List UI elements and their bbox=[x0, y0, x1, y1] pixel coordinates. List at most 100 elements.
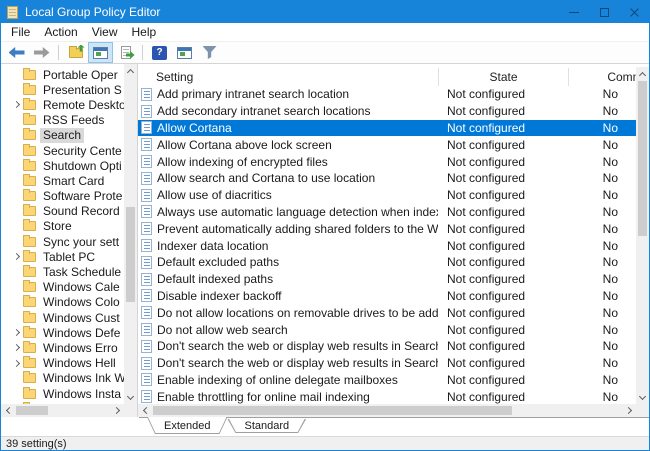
setting-row[interactable]: Allow search and Cortana to use location… bbox=[138, 170, 636, 187]
tree-item-windows-defe[interactable]: Windows Defe bbox=[1, 325, 124, 340]
scroll-left-button[interactable] bbox=[1, 404, 14, 417]
tree-item-shutdown-opti[interactable]: Shutdown Opti bbox=[1, 158, 124, 173]
tree-item-portable-oper[interactable]: Portable Oper bbox=[1, 67, 124, 82]
gpedit-scroll-icon bbox=[7, 5, 18, 19]
setting-row[interactable]: Default excluded paths Not configured No bbox=[138, 254, 636, 271]
setting-row[interactable]: Indexer data location Not configured No bbox=[138, 237, 636, 254]
setting-row[interactable]: Prevent automatically adding shared fold… bbox=[138, 220, 636, 237]
tree-item-sound-record[interactable]: Sound Record bbox=[1, 204, 124, 219]
show-console-tree-button[interactable] bbox=[88, 42, 113, 63]
tree-item-windows-hell[interactable]: Windows Hell bbox=[1, 356, 124, 371]
scroll-left-button[interactable] bbox=[138, 404, 151, 417]
folder-icon bbox=[23, 340, 36, 353]
setting-row[interactable]: Don't search the web or display web resu… bbox=[138, 338, 636, 355]
setting-row[interactable]: Always use automatic language detection … bbox=[138, 204, 636, 221]
list-horizontal-scrollbar[interactable] bbox=[138, 404, 636, 417]
tree-item-windows-ink-w[interactable]: Windows Ink W bbox=[1, 371, 124, 386]
export-list-button[interactable] bbox=[114, 43, 137, 62]
scroll-thumb[interactable] bbox=[153, 406, 512, 415]
menu-action[interactable]: Action bbox=[37, 23, 84, 41]
maximize-button[interactable] bbox=[589, 1, 619, 23]
tree-item-smart-card[interactable]: Smart Card bbox=[1, 173, 124, 188]
scroll-down-button[interactable] bbox=[124, 391, 137, 404]
view-tab-strip: Extended Standard bbox=[1, 417, 649, 436]
scroll-thumb[interactable] bbox=[638, 81, 647, 237]
folder-icon bbox=[23, 219, 36, 232]
column-header-comment[interactable]: Commen bbox=[568, 68, 636, 86]
menu-file[interactable]: File bbox=[4, 23, 37, 41]
scroll-right-button[interactable] bbox=[623, 404, 636, 417]
tree-item-tablet-pc[interactable]: Tablet PC bbox=[1, 249, 124, 264]
expand-chevron-icon[interactable] bbox=[10, 101, 23, 109]
folder-icon bbox=[23, 371, 36, 384]
setting-cell: Enable throttling for online mail indexi… bbox=[138, 390, 438, 404]
setting-row[interactable]: Add primary intranet search location Not … bbox=[138, 86, 636, 103]
close-button[interactable] bbox=[619, 1, 649, 23]
tab-standard[interactable]: Standard bbox=[227, 418, 306, 433]
tree-item-windows-colo[interactable]: Windows Colo bbox=[1, 295, 124, 310]
local-group-policy-editor-window: Local Group Policy Editor File Action View… bbox=[0, 0, 650, 451]
filter-button[interactable] bbox=[198, 43, 221, 62]
setting-row[interactable]: Allow indexing of encrypted files Not con… bbox=[138, 153, 636, 170]
tree-item-task-schedule[interactable]: Task Schedule bbox=[1, 264, 124, 279]
column-header-state[interactable]: State bbox=[438, 68, 568, 86]
tree-item-sync-your-sett[interactable]: Sync your sett bbox=[1, 234, 124, 249]
tree-item-remote-deskto[interactable]: Remote Deskto bbox=[1, 97, 124, 112]
setting-row[interactable]: Allow Cortana Not configured No bbox=[138, 119, 636, 137]
expand-chevron-icon[interactable] bbox=[10, 344, 23, 352]
menu-help[interactable]: Help bbox=[125, 23, 164, 41]
tree-horizontal-scrollbar[interactable] bbox=[1, 404, 124, 417]
setting-row[interactable]: Don't search the web or display web resu… bbox=[138, 355, 636, 372]
scroll-up-button[interactable] bbox=[636, 67, 649, 80]
setting-row[interactable]: Enable throttling for online mail indexi… bbox=[138, 388, 636, 404]
list-vertical-scrollbar[interactable] bbox=[636, 67, 649, 404]
policy-setting-icon bbox=[141, 255, 152, 269]
setting-row[interactable]: Default indexed paths Not configured No bbox=[138, 271, 636, 288]
minimize-button[interactable] bbox=[559, 1, 589, 23]
up-one-level-button[interactable] bbox=[64, 43, 87, 62]
filter-icon bbox=[202, 46, 217, 59]
help-button[interactable] bbox=[148, 43, 171, 62]
tree-item-software-prote[interactable]: Software Prote bbox=[1, 189, 124, 204]
scroll-right-button[interactable] bbox=[111, 404, 124, 417]
setting-cell: Allow Cortana above lock screen bbox=[138, 138, 438, 152]
expand-chevron-icon[interactable] bbox=[10, 329, 23, 337]
setting-row[interactable]: Allow use of diacritics Not configured No bbox=[138, 187, 636, 204]
scroll-up-button[interactable] bbox=[124, 64, 137, 77]
tab-extended[interactable]: Extended bbox=[147, 417, 227, 434]
column-header-setting[interactable]: Setting bbox=[138, 68, 438, 86]
setting-row[interactable]: Add secondary intranet search locations N… bbox=[138, 103, 636, 120]
menu-view[interactable]: View bbox=[85, 23, 125, 41]
state-cell: Not configured bbox=[447, 87, 526, 102]
tree-item-windows-erro[interactable]: Windows Erro bbox=[1, 340, 124, 355]
setting-row[interactable]: Do not allow web search Not configured No bbox=[138, 321, 636, 338]
scroll-thumb[interactable] bbox=[16, 406, 48, 415]
tree-item-search[interactable]: Search bbox=[1, 127, 124, 143]
tree-item-rss-feeds[interactable]: RSS Feeds bbox=[1, 113, 124, 128]
tree-item-windows-cale[interactable]: Windows Cale bbox=[1, 280, 124, 295]
expand-chevron-icon[interactable] bbox=[10, 253, 23, 261]
policy-setting-icon bbox=[141, 171, 152, 185]
tree-item-label: Windows Ink W bbox=[43, 371, 124, 386]
forward-button[interactable] bbox=[30, 43, 53, 62]
scroll-down-button[interactable] bbox=[636, 391, 649, 404]
setting-row[interactable]: Enable indexing of online delegate mailb… bbox=[138, 372, 636, 389]
back-button[interactable] bbox=[5, 43, 28, 62]
tree-vertical-scrollbar[interactable] bbox=[124, 64, 137, 404]
title-bar[interactable]: Local Group Policy Editor bbox=[1, 1, 649, 23]
show-window-button[interactable] bbox=[173, 43, 196, 62]
tree-item-windows-insta[interactable]: Windows Insta bbox=[1, 386, 124, 401]
tree-item-presentation-s[interactable]: Presentation S bbox=[1, 82, 124, 97]
setting-row[interactable]: Do not allow locations on removable driv… bbox=[138, 304, 636, 321]
scroll-thumb[interactable] bbox=[126, 206, 135, 302]
setting-row[interactable]: Allow Cortana above lock screen Not confi… bbox=[138, 136, 636, 153]
folder-icon bbox=[23, 113, 36, 126]
tree-item-security-cente[interactable]: Security Cente bbox=[1, 143, 124, 158]
comment-cell: No bbox=[602, 171, 618, 186]
tree-item-windows-cust[interactable]: Windows Cust bbox=[1, 310, 124, 325]
expand-chevron-icon[interactable] bbox=[10, 359, 23, 367]
setting-row[interactable]: Disable indexer backoff Not configured No bbox=[138, 288, 636, 305]
setting-name: Add primary intranet search location bbox=[157, 87, 350, 102]
window-controls bbox=[559, 1, 649, 23]
tree-item-store[interactable]: Store bbox=[1, 219, 124, 234]
